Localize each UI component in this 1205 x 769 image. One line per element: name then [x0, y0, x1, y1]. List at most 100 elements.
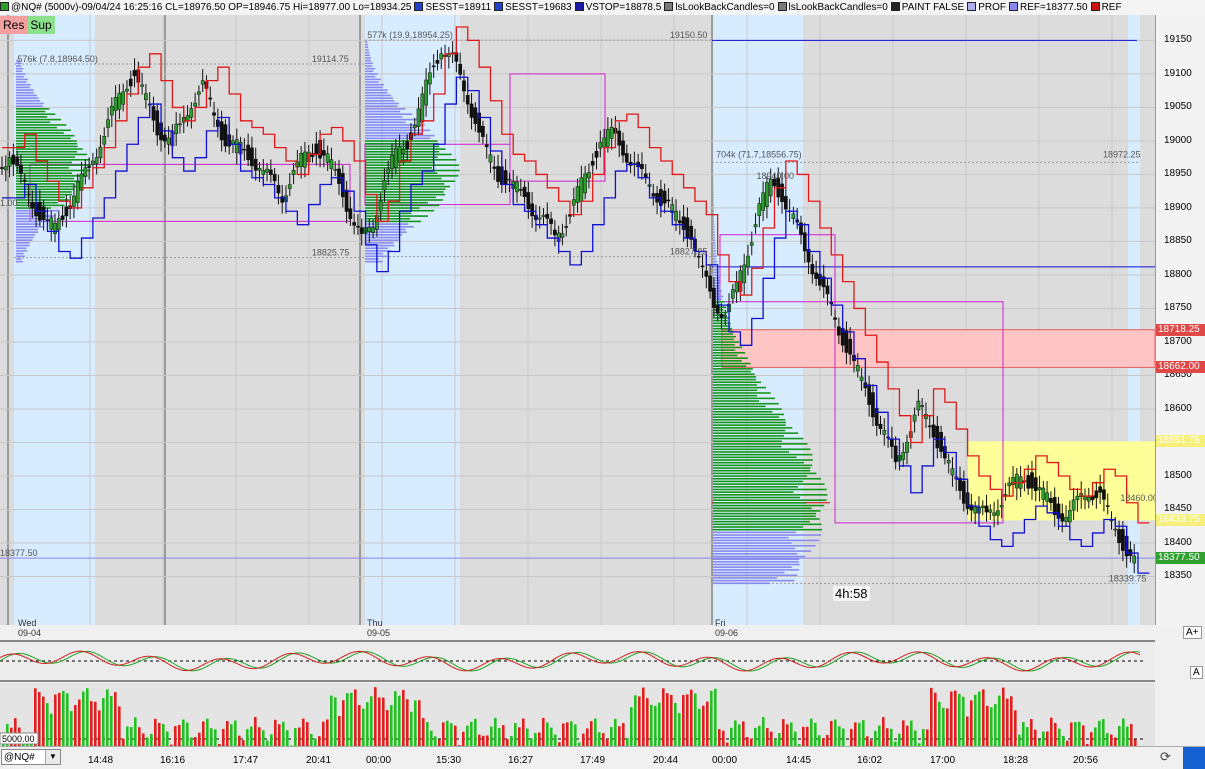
profile-row [713, 435, 784, 437]
profile-row [16, 148, 83, 150]
legend-swatch-icon[interactable] [778, 2, 787, 11]
header-item: @NQ# (5000v)-09/04/24 16:25:16 CL=18976.… [0, 0, 411, 15]
volume-bar [130, 727, 133, 746]
volume-bar [1102, 719, 1105, 746]
profile-row [713, 408, 782, 410]
candle-body [890, 439, 893, 447]
chevron-down-icon[interactable]: ▼ [45, 750, 60, 764]
volume-bar [230, 724, 233, 746]
time-label: 00:00 [366, 755, 391, 766]
candle-body [515, 182, 518, 192]
candle-body [765, 182, 768, 206]
legend-swatch-icon[interactable] [891, 2, 900, 11]
candle-body [625, 153, 628, 162]
price-tag: 18433.75 [1156, 514, 1205, 526]
candle-body [334, 169, 337, 170]
legend-swatch-icon[interactable] [1009, 2, 1018, 11]
candle-body [413, 125, 416, 127]
candle-body [421, 94, 424, 122]
volume-bar [958, 694, 961, 746]
candle-body [212, 113, 215, 116]
volume-bar [302, 719, 305, 746]
profile-row [365, 103, 399, 105]
volume-bar [682, 695, 685, 746]
legend-swatch-icon[interactable] [664, 2, 673, 11]
candle-body [833, 318, 836, 320]
bar-countdown: 4h:58 [833, 586, 870, 601]
candle-body [436, 60, 439, 63]
volume-bar [462, 732, 465, 746]
profile-row [365, 205, 439, 207]
volume-bar [422, 718, 425, 746]
volume-bar [862, 720, 865, 746]
volume-bar [970, 700, 973, 746]
volume-bar [374, 687, 377, 746]
refresh-icon[interactable]: ⟳ [1160, 749, 1171, 765]
profile-row [713, 440, 782, 442]
volume-bar [262, 730, 265, 746]
profile-row [365, 84, 384, 86]
candle-body [508, 179, 511, 180]
volume-bar [390, 705, 393, 746]
profile-row [713, 258, 716, 260]
a-plus-button[interactable]: A+ [1183, 626, 1202, 639]
volume-bar [382, 698, 385, 746]
profile-row [713, 221, 714, 223]
volume-bar [850, 729, 853, 746]
candle-body [553, 230, 556, 235]
volume-bar [610, 727, 613, 746]
legend-swatch-icon[interactable] [494, 2, 503, 11]
candle-body [640, 164, 643, 168]
volume-bar [926, 729, 929, 746]
profile-row [365, 138, 430, 140]
volume-bar [514, 723, 517, 746]
volume-bar [766, 728, 769, 746]
volume-bar [258, 727, 261, 746]
profile-row [16, 113, 55, 115]
profile-row [713, 553, 798, 555]
price-axis[interactable]: 1915019100190501900018950189001885018800… [1155, 15, 1205, 625]
volume-bar [206, 719, 209, 746]
candle-body [163, 135, 166, 141]
volume-bar [538, 732, 541, 746]
volume-bar [46, 703, 49, 746]
legend-swatch-icon[interactable] [0, 2, 9, 11]
symbol-selector[interactable]: @NQ# ▼ [1, 749, 61, 765]
candle-body [803, 233, 806, 251]
volume-bar [270, 734, 273, 746]
profile-row [365, 68, 375, 70]
profile-row [16, 84, 31, 86]
header-item: SESST=18911 [414, 0, 491, 15]
candle-body [84, 168, 87, 177]
price-chart[interactable]: 576k (7.8,18964.50)19114.75577k (19.9,18… [0, 15, 1155, 746]
sup-button[interactable]: Sup [27, 16, 54, 34]
volume-bar [906, 726, 909, 746]
candle-body [99, 147, 102, 158]
volume-bar [878, 726, 881, 746]
profile-row [713, 529, 822, 531]
candle-body [387, 169, 390, 173]
volume-bar [1042, 732, 1045, 746]
profile-row [16, 127, 57, 129]
time-label: 17:47 [233, 755, 258, 766]
profile-row [713, 398, 775, 400]
price-tag: 18662.00 [1156, 361, 1205, 373]
a-button[interactable]: A [1190, 666, 1203, 679]
legend-swatch-icon[interactable] [1091, 2, 1100, 11]
indicator-header: @NQ# (5000v)-09/04/24 16:25:16 CL=18976.… [0, 0, 1205, 16]
volume-bar [318, 736, 321, 746]
candle-body [595, 151, 598, 157]
volume-bar [522, 719, 525, 746]
volume-bar [446, 721, 449, 746]
candle-body [428, 73, 431, 84]
volume-bar [586, 728, 589, 746]
volume-bar [486, 735, 489, 746]
profile-row [713, 582, 770, 584]
candle-body [292, 170, 295, 174]
corner-blue-button[interactable] [1183, 747, 1205, 769]
volume-bar [750, 739, 753, 746]
res-button[interactable]: Res [0, 16, 27, 34]
legend-swatch-icon[interactable] [575, 2, 584, 11]
legend-swatch-icon[interactable] [967, 2, 976, 11]
legend-swatch-icon[interactable] [414, 2, 423, 11]
